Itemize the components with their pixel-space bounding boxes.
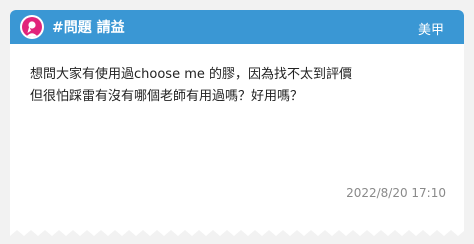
torn-edge-divider [10,230,464,242]
post-timestamp: 2022/8/20 17:10 [346,186,446,200]
post-content: 想問大家有使用過choose me 的膠，因為找不太到評價 但很怕踩雷有沒有哪個… [10,44,464,108]
post-text-line: 但很怕踩雷有沒有哪個老師有用過嗎？好用嗎？ [30,89,304,104]
author-name[interactable]: 美甲 [418,19,444,38]
avatar[interactable] [20,15,44,39]
post-text-line: 想問大家有使用過choose me 的膠，因為找不太到評價 [30,67,352,82]
post-card[interactable]: #問題 請益 美甲 想問大家有使用過choose me 的膠，因為找不太到評價 … [10,10,464,242]
female-silhouette-icon [22,17,42,37]
post-header: #問題 請益 美甲 [10,10,464,44]
post-title: #問題 請益 [52,20,125,36]
